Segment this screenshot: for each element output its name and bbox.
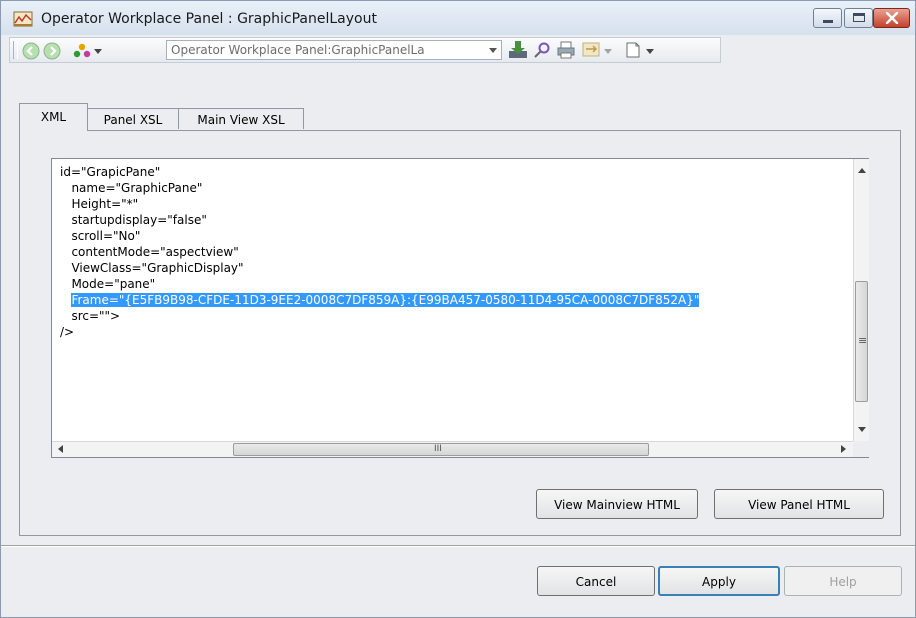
divider (1, 545, 915, 547)
address-combo[interactable]: Operator Workplace Panel:GraphicPanelLa (166, 40, 502, 60)
maximize-icon (853, 13, 865, 22)
panel-layout-icon (13, 11, 33, 27)
chevron-down-icon[interactable] (604, 49, 612, 54)
title-bar[interactable]: Operator Workplace Panel : GraphicPanelL… (1, 1, 915, 35)
cancel-button[interactable]: Cancel (537, 566, 655, 596)
address-text: Operator Workplace Panel:GraphicPanelLa (171, 43, 425, 57)
xml-code: id="GrapicPane" name="GraphicPane" Heigh… (60, 164, 700, 340)
toolbar: Operator Workplace Panel:GraphicPanelLa (9, 37, 721, 63)
tab-main-view-xsl[interactable]: Main View XSL (178, 108, 304, 129)
view-panel-html-button[interactable]: View Panel HTML (714, 489, 884, 519)
xml-editor[interactable]: id="GrapicPane" name="GraphicPane" Heigh… (51, 158, 869, 458)
tab-xml[interactable]: XML (19, 103, 88, 131)
xml-tab-panel: id="GrapicPane" name="GraphicPane" Heigh… (19, 130, 901, 536)
dropdown-arrow-icon[interactable] (489, 48, 497, 53)
toolbar-grip[interactable] (13, 41, 18, 59)
code-line: Height="*" (60, 197, 139, 211)
download-icon[interactable] (507, 40, 529, 60)
code-line: name="GraphicPane" (60, 181, 203, 195)
chevron-down-icon[interactable] (646, 49, 654, 54)
layout-icon[interactable] (582, 41, 600, 59)
help-button[interactable]: Help (784, 566, 902, 596)
code-line: ViewClass="GraphicDisplay" (60, 261, 244, 275)
forward-icon[interactable] (43, 42, 61, 60)
close-button[interactable] (873, 8, 910, 28)
page-icon[interactable] (624, 41, 642, 59)
selected-text: Frame="{E5FB9B98-CFDE-11D3-9EE2-0008C7DF… (71, 293, 700, 307)
scroll-down-icon[interactable] (858, 427, 866, 432)
grip-icon: III (434, 444, 442, 454)
grip-icon: ≡ (858, 334, 868, 347)
tab-label: Main View XSL (197, 113, 285, 127)
close-icon (885, 12, 899, 24)
scroll-right-icon[interactable] (841, 445, 846, 453)
aspect-objects-icon[interactable] (72, 42, 92, 60)
pin-icon[interactable] (532, 40, 552, 60)
tab-label: XML (40, 110, 67, 124)
dialog-window: Operator Workplace Panel : GraphicPanelL… (0, 0, 916, 618)
print-icon[interactable] (556, 40, 576, 60)
scroll-up-icon[interactable] (858, 168, 866, 173)
code-line: scroll="No" (60, 229, 141, 243)
scroll-left-icon[interactable] (58, 445, 63, 453)
tab-panel-xsl[interactable]: Panel XSL (87, 108, 179, 129)
minimize-icon (823, 20, 833, 23)
window-title: Operator Workplace Panel : GraphicPanelL… (41, 11, 377, 27)
code-line-selected: Frame="{E5FB9B98-CFDE-11D3-9EE2-0008C7DF… (60, 292, 700, 308)
code-line: src=""> (60, 309, 121, 323)
maximize-button[interactable] (844, 8, 873, 28)
vertical-scrollbar[interactable]: ≡ (853, 159, 869, 441)
back-icon[interactable] (22, 42, 40, 60)
code-line: startupdisplay="false" (60, 213, 207, 227)
code-line: Mode="pane" (60, 277, 156, 291)
tab-label: Panel XSL (103, 113, 163, 127)
view-mainview-html-button[interactable]: View Mainview HTML (536, 489, 698, 519)
horizontal-scrollbar[interactable]: III (52, 441, 853, 457)
minimize-button[interactable] (813, 8, 842, 28)
chevron-down-icon[interactable] (94, 49, 102, 54)
horizontal-scroll-thumb[interactable]: III (233, 443, 649, 456)
code-line: id="GrapicPane" (60, 165, 161, 179)
scrollbar-corner (853, 441, 869, 457)
apply-button[interactable]: Apply (658, 566, 780, 596)
vertical-scroll-thumb[interactable]: ≡ (855, 281, 868, 402)
code-line: contentMode="aspectview" (60, 245, 239, 259)
code-line: /> (60, 325, 75, 339)
